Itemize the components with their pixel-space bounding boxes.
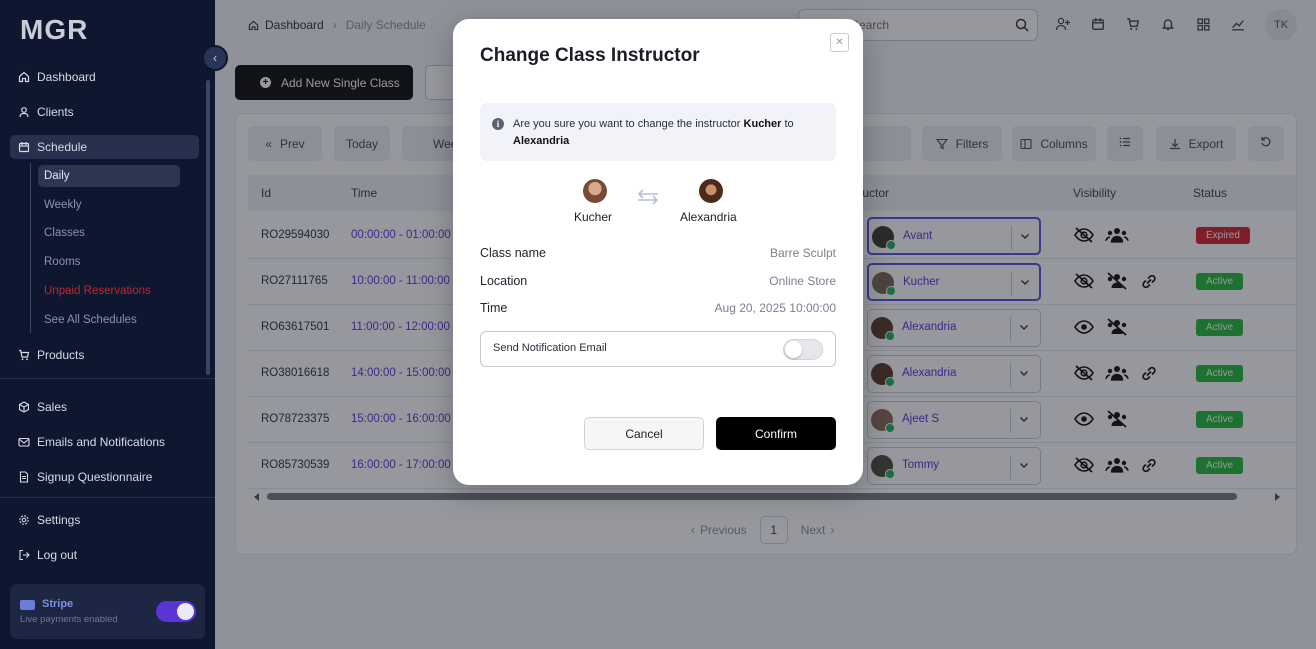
change-instructor-modal: Change Class Instructor ✕ i Are you sure…: [453, 19, 863, 485]
instructor-swap-visual: Kucher Alexandria: [453, 177, 863, 237]
stripe-status-card: Stripe Live payments enabled: [10, 584, 205, 639]
user-icon: [18, 106, 30, 118]
cart-icon: [18, 349, 30, 361]
confirm-button[interactable]: Confirm: [716, 417, 836, 450]
sidebar-item-sales[interactable]: Sales: [10, 395, 199, 419]
document-icon: [18, 471, 30, 483]
message-to-instructor: Alexandria: [513, 135, 570, 147]
message-to-word: to: [784, 118, 794, 130]
detail-value: Barre Sculpt: [769, 246, 836, 260]
sidebar-collapse-button[interactable]: ‹: [202, 45, 228, 71]
sidebar-item-dashboard[interactable]: Dashboard: [10, 65, 199, 89]
sidebar-item-logout[interactable]: Log out: [10, 543, 199, 567]
sidebar-item-label: Settings: [37, 513, 81, 527]
sidebar-item-clients[interactable]: Clients: [10, 100, 199, 124]
notification-email-label: Send Notification Email: [493, 342, 607, 354]
stripe-toggle[interactable]: [156, 601, 196, 622]
detail-class-name: Class name Barre Sculpt: [480, 246, 836, 266]
detail-value: Aug 20, 2025 10:00:00: [714, 301, 836, 315]
app-logo: MGR: [20, 14, 89, 45]
sidebar-subitem-unpaid-reservations[interactable]: Unpaid Reservations: [38, 280, 180, 302]
submenu-line: [30, 163, 31, 333]
stripe-status-text: Live payments enabled: [20, 614, 118, 625]
sidebar-item-products[interactable]: Products: [10, 343, 199, 367]
sidebar-item-label: Schedule: [37, 140, 88, 154]
sidebar-item-label: Products: [37, 348, 85, 362]
logout-icon: [18, 549, 30, 561]
sidebar-item-label: Clients: [37, 105, 74, 119]
sidebar-subitem-see-all-schedules[interactable]: See All Schedules: [38, 309, 180, 331]
gear-icon: [18, 514, 30, 526]
mail-icon: [18, 436, 30, 448]
detail-value: Online Store: [769, 274, 836, 288]
close-icon: ✕: [835, 37, 844, 48]
detail-label: Location: [480, 274, 528, 288]
stripe-name: Stripe: [42, 598, 74, 610]
modal-title: Change Class Instructor: [480, 45, 700, 66]
sidebar-subitem-weekly[interactable]: Weekly: [38, 194, 180, 216]
message-from-instructor: Kucher: [743, 118, 782, 130]
sidebar-item-label: Dashboard: [37, 70, 96, 84]
detail-time: Time Aug 20, 2025 10:00:00: [480, 301, 836, 321]
sidebar: MGR Dashboard Clients Schedule Daily Wee…: [0, 0, 215, 649]
sidebar-subitem-rooms[interactable]: Rooms: [38, 251, 180, 273]
stripe-logo-icon: [20, 600, 35, 610]
sidebar-item-emails[interactable]: Emails and Notifications: [10, 430, 199, 454]
sidebar-item-signup-questionnaire[interactable]: Signup Questionnaire: [10, 465, 199, 489]
message-prefix: Are you sure you want to change the inst…: [513, 118, 741, 130]
box-icon: [18, 401, 30, 413]
sidebar-item-label: Log out: [37, 548, 78, 562]
swap-arrows-icon: [637, 189, 659, 205]
detail-location: Location Online Store: [480, 274, 836, 294]
sidebar-item-label: Emails and Notifications: [37, 435, 166, 449]
notification-email-row: Send Notification Email: [480, 331, 836, 367]
detail-label: Class name: [480, 246, 546, 260]
modal-close-button[interactable]: ✕: [830, 33, 849, 52]
from-instructor-avatar: [583, 179, 607, 203]
detail-label: Time: [480, 301, 508, 315]
to-instructor-name: Alexandria: [680, 210, 737, 224]
confirmation-message: Are you sure you want to change the inst…: [513, 116, 823, 150]
sidebar-item-schedule[interactable]: Schedule: [10, 135, 199, 159]
confirmation-info-box: i Are you sure you want to change the in…: [480, 103, 836, 161]
sidebar-item-settings[interactable]: Settings: [10, 508, 199, 532]
home-icon: [18, 71, 30, 83]
chevron-left-icon: ‹: [213, 51, 217, 65]
from-instructor-name: Kucher: [574, 210, 613, 224]
notification-email-toggle[interactable]: [783, 339, 823, 360]
sidebar-divider: [0, 378, 215, 379]
sidebar-item-label: Signup Questionnaire: [37, 470, 153, 484]
sidebar-subitem-daily[interactable]: Daily: [38, 165, 180, 187]
sidebar-scrollbar[interactable]: [206, 80, 210, 375]
sidebar-item-label: Sales: [37, 400, 68, 414]
sidebar-subitem-classes[interactable]: Classes: [38, 222, 180, 244]
info-icon: i: [492, 118, 504, 130]
cancel-button[interactable]: Cancel: [584, 417, 704, 450]
to-instructor-avatar: [699, 179, 723, 203]
sidebar-divider: [0, 497, 215, 498]
calendar-icon: [18, 141, 30, 153]
